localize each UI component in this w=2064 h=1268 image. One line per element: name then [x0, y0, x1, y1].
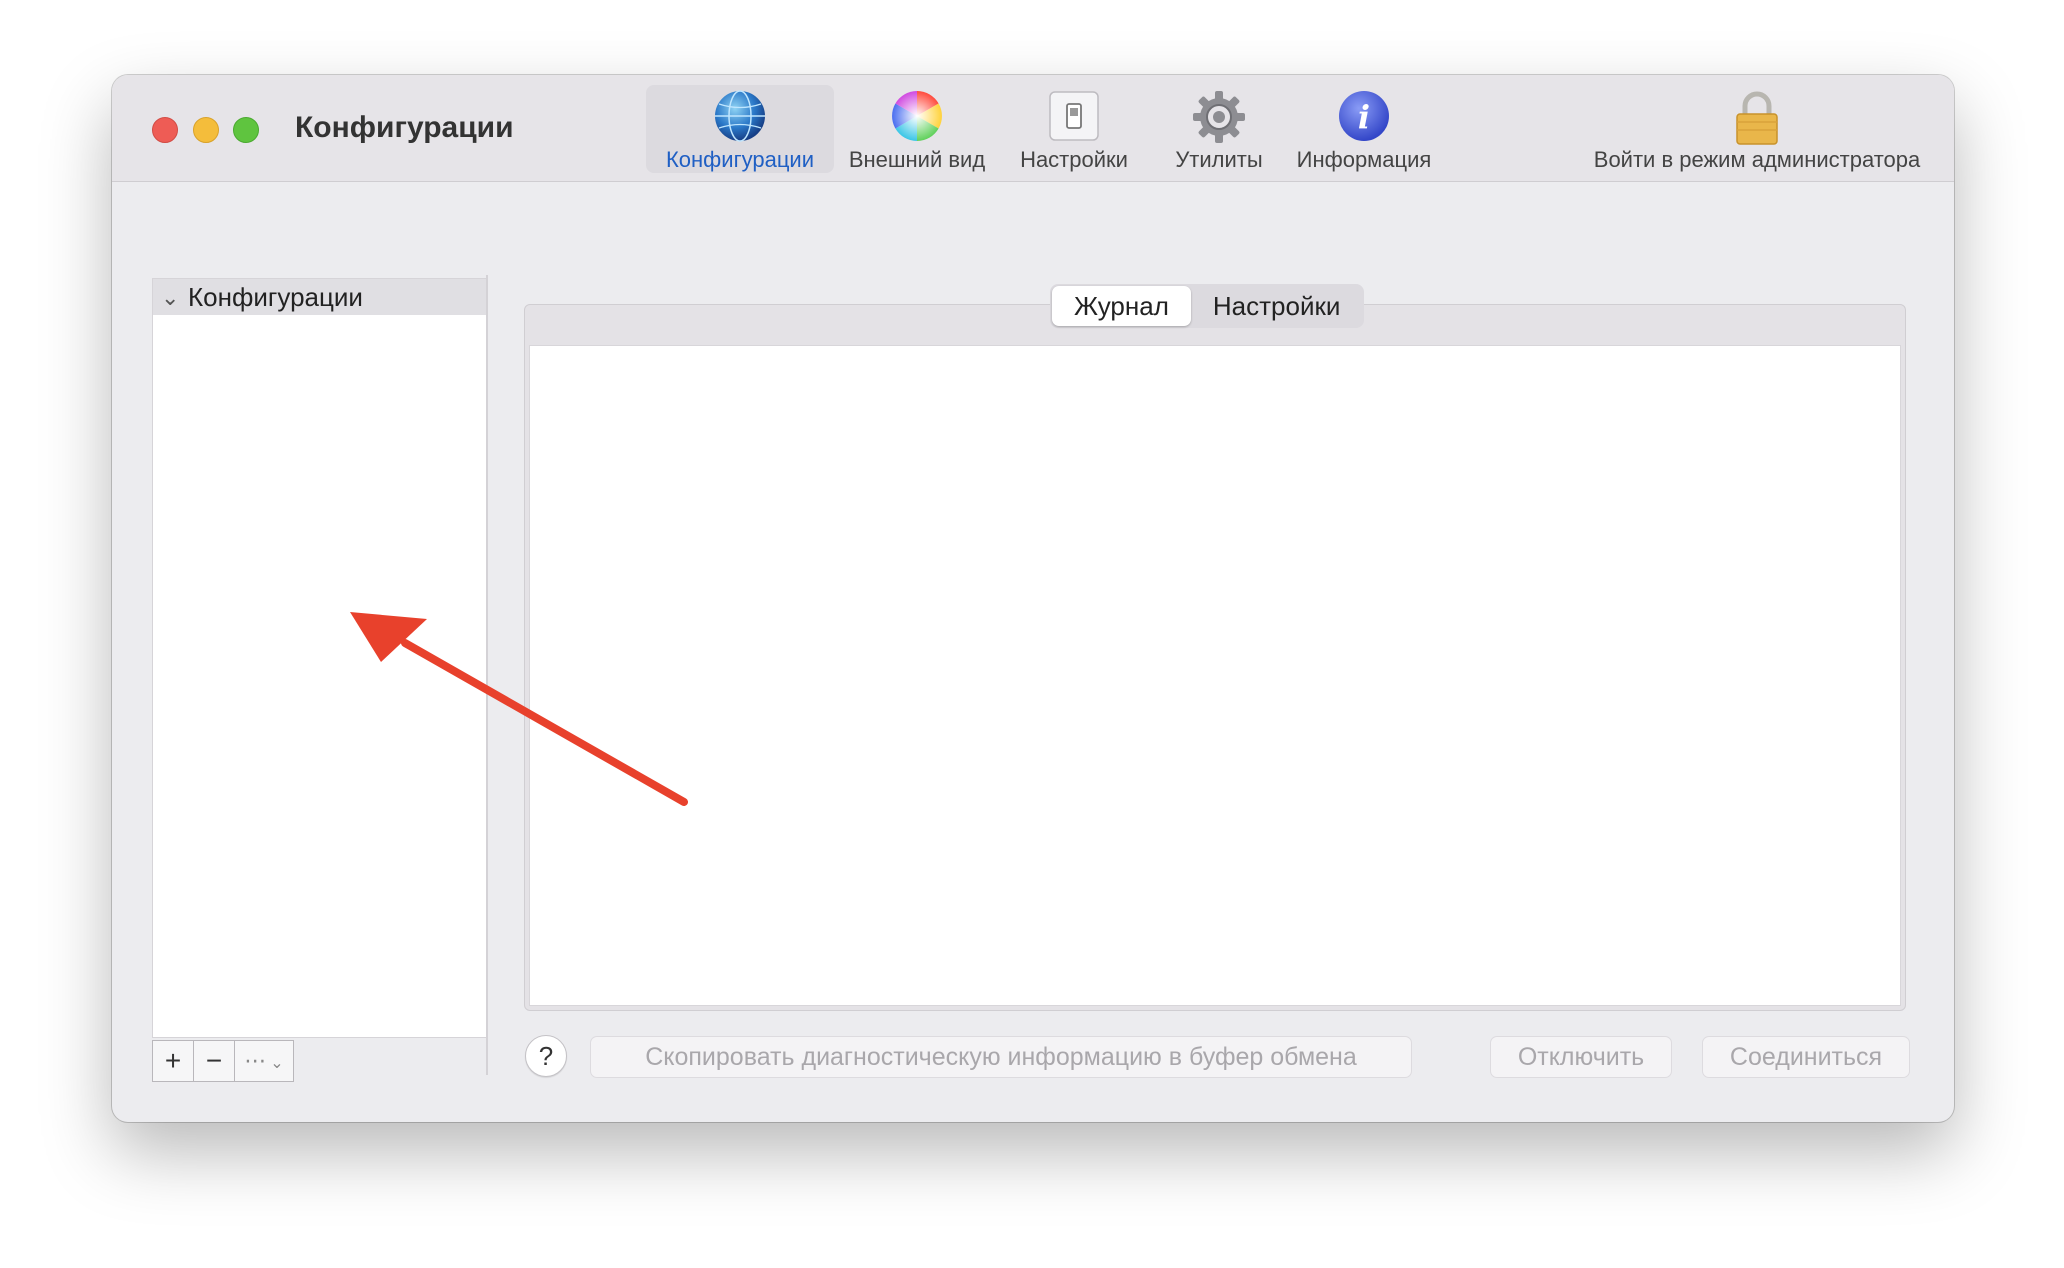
- annotation-arrow: [350, 612, 688, 806]
